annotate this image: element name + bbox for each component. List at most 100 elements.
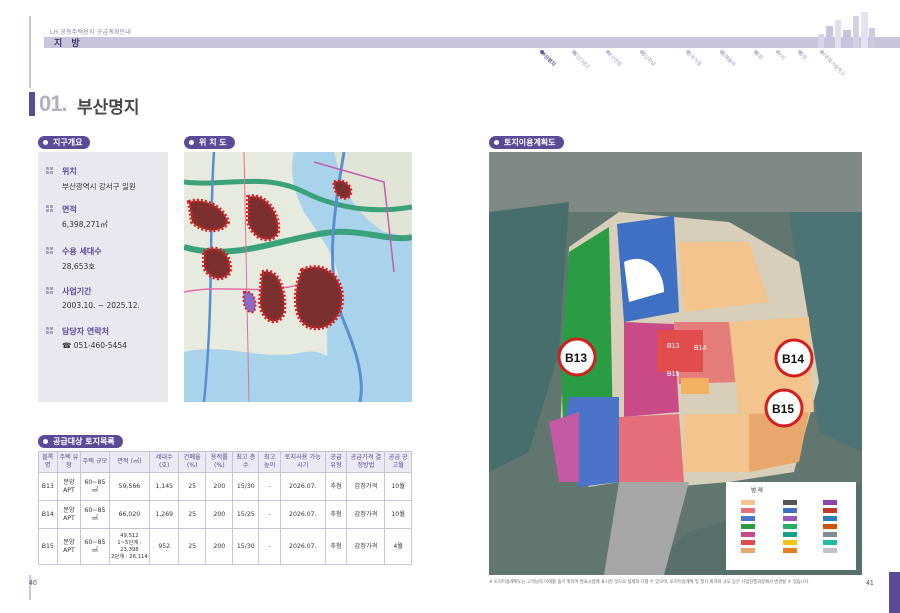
nav-item-5[interactable]: 진주가호	[685, 50, 703, 68]
table-cell: 25	[178, 500, 207, 529]
region-nav: 부산명지 울산다운2 대구연경 경산하양 진주가호 김해율하 포항 구미 창원 …	[536, 50, 856, 78]
block-label-b14: B14	[694, 345, 707, 352]
overview-label: 사업기간	[62, 287, 92, 296]
table-cell: B15	[38, 528, 58, 565]
grid-icon	[46, 287, 54, 295]
overview-value: 2003.10. ~ 2025.12.	[62, 301, 140, 310]
section-title: 지 방	[54, 39, 83, 49]
table-cell: 25	[178, 528, 207, 565]
col-header: 블록명	[38, 451, 58, 473]
section-bar	[44, 37, 900, 48]
page-title: 부산명지	[77, 98, 140, 118]
overview-label: 위치	[62, 167, 77, 176]
table-cell: 4월	[384, 528, 412, 565]
publication-subtitle: LH 공동주택용지 공급계획안내	[50, 29, 132, 36]
table-cell: 감정가격	[346, 500, 386, 529]
col-header: 공급 공고월	[384, 451, 412, 473]
section-number: 01.	[39, 91, 68, 116]
nav-item-9[interactable]: 창원	[797, 50, 808, 62]
table-cell: 2026.07.	[280, 500, 326, 529]
block-label-b15: B15	[667, 371, 680, 378]
table-cell: 1,269	[149, 500, 180, 529]
table-cell: 15/25	[232, 500, 260, 529]
map-footnote: ※ 토지이용계획도는 고객님의 이해를 돕기 위하여 발표시점에 표시된 것으로…	[489, 580, 810, 585]
nav-item-1[interactable]: 부산명지	[539, 50, 557, 68]
col-header: 최고 높이	[258, 451, 282, 473]
landuse-tag: 토지이용계획도	[489, 136, 564, 149]
col-header: 건폐율 (%)	[178, 451, 207, 473]
overview-value: ☎ 051-460-5454	[62, 341, 127, 350]
col-header: 주택 규모	[80, 451, 110, 473]
location-map	[184, 152, 412, 402]
table-cell: 60~85㎡	[80, 500, 110, 529]
table-cell: 25	[178, 472, 207, 501]
col-header: 주택 유형	[56, 451, 82, 473]
land-use-map: 범 례 B13 B14 B15 B13 B14 B15	[489, 152, 862, 575]
table-cell: B14	[38, 500, 58, 529]
overview-label: 면적	[62, 205, 77, 214]
block-label-b13: B13	[667, 343, 680, 350]
left-margin-line	[29, 575, 31, 600]
col-header: 용적률 (%)	[205, 451, 234, 473]
supply-table: 블록명 주택 유형 주택 규모 면적 (㎡) 세대수 (호) 건폐율 (%) 용…	[38, 451, 412, 565]
table-cell: 10월	[384, 500, 412, 529]
overview-value: 부산광역시 강서구 일원	[62, 182, 136, 191]
location-tag: 위 치 도	[184, 136, 235, 149]
table-row: B13 분양APT 60~85㎡ 59,566 1,145 25 200 15/…	[38, 472, 412, 501]
table-cell: 60~85㎡	[80, 472, 110, 501]
col-header: 공급가격 결정방법	[346, 451, 386, 473]
skyline-illustration	[818, 12, 875, 48]
grid-icon	[46, 247, 54, 255]
col-header: 세대수 (호)	[149, 451, 180, 473]
table-header-row: 블록명 주택 유형 주택 규모 면적 (㎡) 세대수 (호) 건폐율 (%) 용…	[38, 451, 412, 473]
table-cell: 952	[149, 528, 180, 565]
table-cell: 200	[205, 472, 234, 501]
nav-item-7[interactable]: 포항	[753, 50, 764, 62]
table-cell: 추첨	[324, 528, 348, 565]
nav-item-8[interactable]: 구미	[775, 50, 786, 62]
side-tab	[889, 572, 900, 613]
nav-item-2[interactable]: 울산다운2	[571, 50, 591, 71]
overview-tag: 지구개요	[38, 136, 91, 149]
overview-box: 위치 부산광역시 강서구 일원 면적 6,398,271㎡ 수용 세대수 28,…	[38, 152, 168, 402]
table-cell: 59,566	[108, 472, 151, 501]
table-cell: 60~85㎡	[80, 528, 110, 565]
overview-label: 담당자 연락처	[62, 327, 109, 336]
nav-item-4[interactable]: 경산하양	[639, 50, 657, 68]
table-cell: 2026.07.	[280, 472, 326, 501]
grid-icon	[46, 167, 54, 175]
overview-label: 수용 세대수	[62, 247, 102, 256]
table-cell: 15/30	[232, 528, 260, 565]
title-accent-bar	[29, 92, 35, 116]
table-row: B15 분양APT 60~85㎡ 49,512 1~5단계 : 23,398 2…	[38, 528, 412, 565]
col-header: 공급 유형	[324, 451, 348, 473]
table-cell: 49,512 1~5단계 : 23,398 2단계 : 26,114	[108, 528, 151, 565]
table-cell: 66,020	[108, 500, 151, 529]
table-cell: -	[258, 500, 282, 529]
table-cell: 1,145	[149, 472, 180, 501]
table-cell: 분양APT	[56, 472, 82, 501]
callout-b15-text: B15	[772, 402, 794, 416]
nav-item-3[interactable]: 대구연경	[605, 50, 623, 68]
table-cell: 추첨	[324, 472, 348, 501]
grid-icon	[46, 327, 54, 335]
col-header: 최고 층수	[232, 451, 260, 473]
grid-icon	[46, 205, 54, 213]
table-row: B14 분양APT 60~85㎡ 66,020 1,269 25 200 15/…	[38, 500, 412, 529]
page-number-left: 40	[29, 580, 37, 587]
page-number-right: 41	[866, 580, 874, 587]
table-cell: 감정가격	[346, 472, 386, 501]
supply-list-tag: 공급대상 토지목록	[38, 435, 123, 448]
table-cell: 2026.07.	[280, 528, 326, 565]
table-cell: B13	[38, 472, 58, 501]
nav-item-6[interactable]: 김해율하	[719, 50, 737, 68]
table-cell: 감정가격	[346, 528, 386, 565]
overview-value: 28,653호	[62, 262, 96, 271]
table-cell: 분양APT	[56, 500, 82, 529]
table-cell: -	[258, 472, 282, 501]
table-cell: -	[258, 528, 282, 565]
overview-value: 6,398,271㎡	[62, 220, 108, 229]
table-cell: 추첨	[324, 500, 348, 529]
table-cell: 15/30	[232, 472, 260, 501]
table-cell: 10월	[384, 472, 412, 501]
